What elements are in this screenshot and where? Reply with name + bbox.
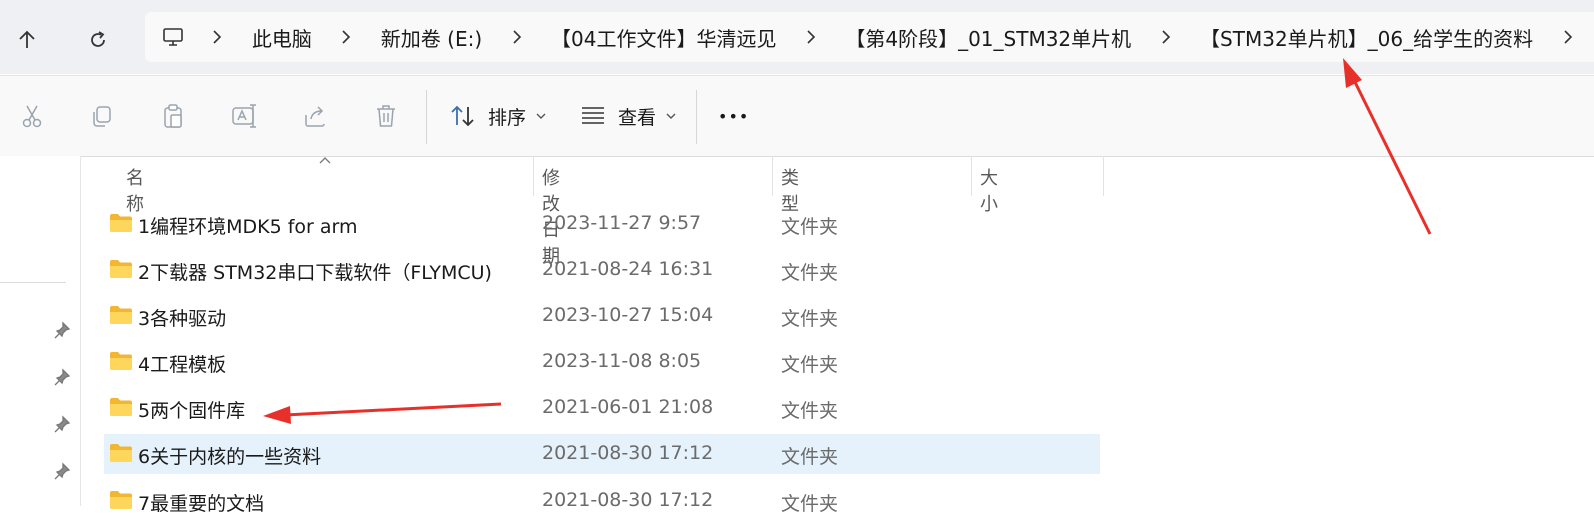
annotation-arrow-firmware	[263, 402, 502, 424]
annotation-overlay	[263, 58, 1432, 424]
annotation-arrow-breadcrumb	[1343, 58, 1432, 235]
